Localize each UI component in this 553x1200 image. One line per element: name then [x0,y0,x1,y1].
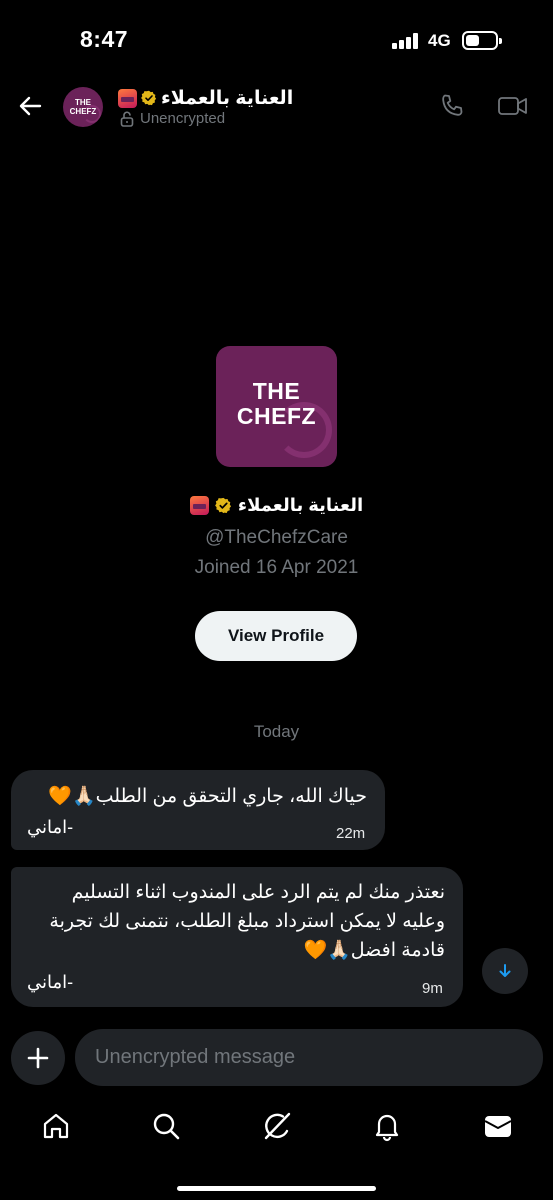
search-icon [153,1113,180,1140]
video-call-button[interactable] [497,92,529,120]
bottom-navigation [0,1100,553,1156]
verified-badge-icon [141,90,157,106]
call-button[interactable] [438,92,466,120]
add-attachment-button[interactable] [11,1031,65,1085]
nav-notifications[interactable] [371,1110,403,1142]
logo-line-2: CHEFZ [69,107,97,116]
verified-badge-icon [214,497,231,514]
phone-icon [442,94,463,116]
home-indicator [177,1186,376,1191]
message-signature: -اماني [27,972,74,992]
unlocked-padlock-icon [120,110,134,127]
affiliate-logo-icon [189,496,209,515]
home-icon [43,1113,69,1139]
message-composer[interactable] [75,1029,543,1086]
day-separator: Today [253,722,300,741]
scroll-to-bottom-button[interactable] [482,948,528,994]
message-input[interactable] [95,1029,525,1086]
back-button[interactable] [14,90,46,122]
view-profile-button[interactable]: View Profile [195,611,357,661]
messages-icon [484,1116,512,1137]
nav-home[interactable] [40,1110,72,1142]
status-bar: 8:47 4G [0,0,553,80]
header-name: العناية بالعملاء [161,87,294,109]
nav-grok[interactable] [261,1110,293,1142]
battery-icon [462,31,502,50]
logo-line-2: CHEFZ [236,403,317,429]
grok-icon [264,1112,291,1140]
video-camera-icon [498,97,527,115]
profile-logo[interactable]: THE CHEFZ [216,346,337,467]
bell-icon [375,1114,399,1142]
status-time: 8:47 [80,26,129,52]
cellular-signal-icon [392,33,420,49]
profile-name: العناية بالعملاء [237,495,364,515]
header-name-row[interactable]: العناية بالعملاء [118,86,293,110]
arrow-down-icon [499,964,511,977]
arrow-left-icon [19,96,42,116]
encryption-label: Unencrypted [140,110,226,127]
logo-line-1: THE [252,378,301,404]
conversation-header: THE CHEFZ العناية بالعملاء Unencrypted [0,80,553,136]
encryption-status: Unencrypted [120,110,225,127]
plus-icon [27,1047,49,1069]
message-bubble[interactable]: حياك الله، جاري التحقق من الطلب🙏🏻🧡 -امان… [11,770,385,850]
message-bubble[interactable]: نعتذر منك لم يتم الرد على المندوب اثناء … [11,867,463,1007]
message-time: 9m [422,980,443,997]
affiliate-logo-icon [118,88,137,108]
message-text: نعتذر منك لم يتم الرد على المندوب اثناء … [49,882,445,961]
profile-handle: @TheChefzCare [205,527,348,548]
nav-messages[interactable] [482,1110,514,1142]
logo-line-1: THE [75,98,91,107]
message-signature: -اماني [27,817,74,837]
message-time: 22m [336,825,366,842]
network-type: 4G [428,31,451,50]
message-text: حياك الله، جاري التحقق من الطلب🙏🏻🧡 [48,786,367,807]
nav-search[interactable] [150,1110,182,1142]
profile-name-row: العناية بالعملاء [0,495,553,516]
avatar[interactable]: THE CHEFZ [63,87,103,127]
profile-joined-date: Joined 16 Apr 2021 [194,557,359,578]
